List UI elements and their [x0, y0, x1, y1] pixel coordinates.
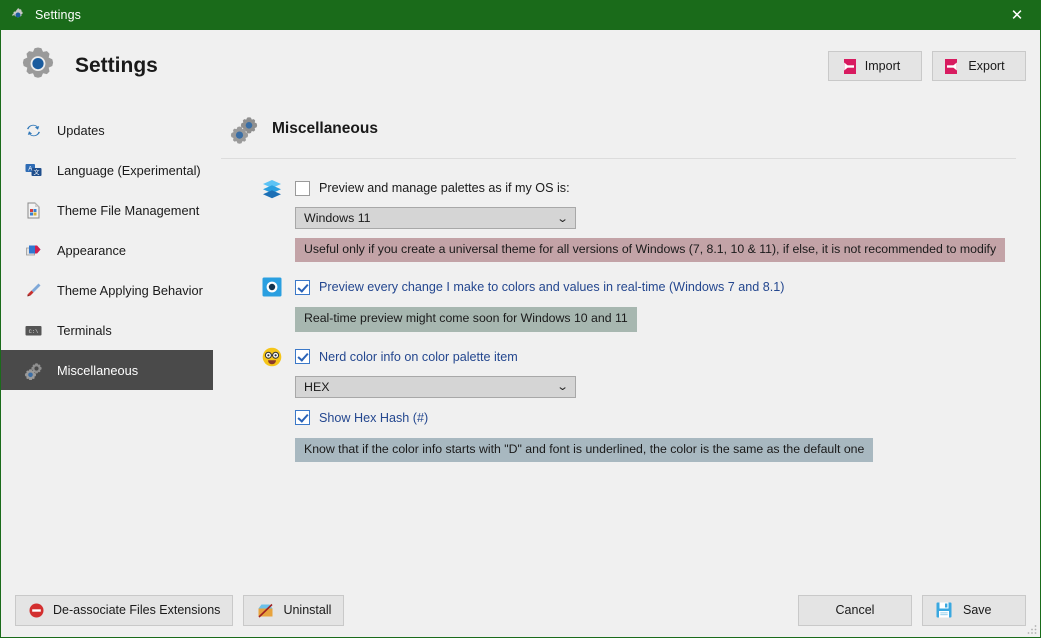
checkbox-label: Preview and manage palettes as if my OS … — [319, 181, 570, 195]
content-header: Miscellaneous — [221, 114, 1016, 159]
floppy-disk-icon — [935, 601, 953, 619]
sidebar-label: Miscellaneous — [57, 362, 139, 378]
svg-text:A: A — [28, 166, 32, 172]
sidebar-label: Language (Experimental) — [57, 162, 201, 178]
sidebar-label: Theme Applying Behavior — [57, 282, 203, 298]
sidebar-item-terminals[interactable]: C:\ Terminals — [1, 310, 213, 350]
banner-default-color-info: Know that if the color info starts with … — [295, 437, 874, 463]
footer-left-actions: De-associate Files Extensions Uninstall — [15, 594, 798, 626]
sidebar-label: Terminals — [57, 322, 112, 338]
cancel-label: Cancel — [835, 603, 875, 617]
svg-text:文: 文 — [33, 168, 39, 176]
document-icon — [23, 200, 43, 220]
sidebar-label: Updates — [57, 122, 105, 138]
window-title: Settings — [35, 8, 81, 22]
import-label: Import — [864, 59, 901, 73]
page-title: Settings — [75, 54, 158, 77]
save-label: Save — [963, 603, 992, 617]
option-preview-os: Preview and manage palettes as if my OS … — [261, 177, 1024, 263]
export-button[interactable]: Export — [932, 51, 1026, 81]
footer-right-actions: Cancel Save — [798, 594, 1026, 626]
deassociate-label: De-associate Files Extensions — [53, 603, 221, 617]
color-format-select[interactable]: HEX ⌄ — [295, 375, 576, 398]
sidebar: Updates A 文 Language (Experimental) Them… — [1, 102, 213, 583]
sidebar-item-language[interactable]: A 文 Language (Experimental) — [1, 150, 213, 190]
import-arrow-icon — [839, 57, 858, 76]
section-title: Miscellaneous — [272, 120, 378, 137]
uninstall-box-icon — [256, 601, 275, 620]
block-circle-icon — [28, 602, 45, 619]
sidebar-item-updates[interactable]: Updates — [1, 110, 213, 150]
checkbox-box — [295, 410, 310, 426]
export-label: Export — [968, 59, 1005, 73]
option-realtime-preview: Preview every change I make to colors an… — [261, 276, 1024, 332]
deassociate-files-button[interactable]: De-associate Files Extensions — [15, 594, 234, 626]
option-nerd-color-info: Nerd color info on color palette item HE… — [261, 346, 1024, 463]
export-arrow-icon — [943, 57, 962, 76]
header-bar: Settings Import Export — [1, 30, 1040, 102]
sidebar-label: Appearance — [57, 242, 127, 258]
content-panel: Miscellaneous Preview and manage palette… — [213, 102, 1040, 583]
close-icon[interactable]: ✕ — [994, 0, 1040, 30]
refresh-icon — [23, 120, 43, 140]
import-button[interactable]: Import — [828, 51, 922, 81]
sidebar-item-appearance[interactable]: Appearance — [1, 230, 213, 270]
paintbrush-icon — [23, 280, 43, 300]
palette-icon — [23, 240, 43, 260]
sidebar-label: Theme File Management — [57, 202, 200, 218]
checkbox-label: Nerd color info on color palette item — [319, 349, 518, 364]
os-select[interactable]: Windows 11 ⌄ — [295, 207, 576, 229]
banner-os-warning: Useful only if you create a universal th… — [295, 238, 1006, 263]
resize-grip[interactable] — [1026, 623, 1038, 635]
sidebar-item-theme-file-management[interactable]: Theme File Management — [1, 190, 213, 230]
cancel-button[interactable]: Cancel — [798, 594, 912, 626]
title-bar: Settings ✕ — [1, 0, 1040, 30]
settings-options: Preview and manage palettes as if my OS … — [221, 159, 1024, 463]
gears-icon — [23, 360, 43, 380]
banner-realtime-info: Real-time preview might come soon for Wi… — [295, 307, 637, 332]
layers-icon — [261, 177, 283, 199]
svg-text:C:\: C:\ — [28, 328, 38, 334]
preview-eye-icon — [261, 276, 283, 298]
os-select-value: Windows 11 — [304, 211, 371, 225]
sidebar-item-theme-applying-behavior[interactable]: Theme Applying Behavior — [1, 270, 213, 310]
header-actions: Import Export — [828, 51, 1026, 81]
checkbox-label: Preview every change I make to colors an… — [319, 280, 785, 295]
checkbox-box — [295, 279, 310, 295]
checkbox-realtime-preview[interactable]: Preview every change I make to colors an… — [295, 276, 1024, 298]
settings-window: Settings ✕ Settings Import Export Update… — [0, 0, 1041, 638]
checkbox-nerd-color-info[interactable]: Nerd color info on color palette item — [295, 346, 1024, 368]
uninstall-button[interactable]: Uninstall — [243, 594, 345, 626]
translate-icon: A 文 — [23, 160, 43, 180]
checkbox-show-hex-hash[interactable]: Show Hex Hash (#) — [295, 407, 1024, 429]
window-body: Updates A 文 Language (Experimental) Them… — [1, 102, 1040, 583]
checkbox-box — [295, 349, 310, 365]
gears-icon — [229, 114, 259, 144]
uninstall-label: Uninstall — [283, 603, 332, 617]
nerd-face-icon — [261, 346, 283, 368]
sidebar-item-miscellaneous[interactable]: Miscellaneous — [1, 350, 213, 390]
terminal-icon: C:\ — [23, 320, 43, 340]
footer-bar: De-associate Files Extensions Uninstall … — [1, 583, 1040, 637]
checkbox-preview-os[interactable]: Preview and manage palettes as if my OS … — [295, 177, 1024, 199]
window-gear-icon — [10, 7, 26, 23]
checkbox-label: Show Hex Hash (#) — [319, 410, 429, 425]
checkbox-box — [295, 180, 310, 196]
chevron-down-icon: ⌄ — [556, 211, 569, 225]
save-button[interactable]: Save — [922, 594, 1026, 626]
settings-gear-icon — [17, 45, 59, 87]
chevron-down-icon: ⌄ — [556, 380, 569, 394]
color-format-value: HEX — [304, 379, 330, 394]
